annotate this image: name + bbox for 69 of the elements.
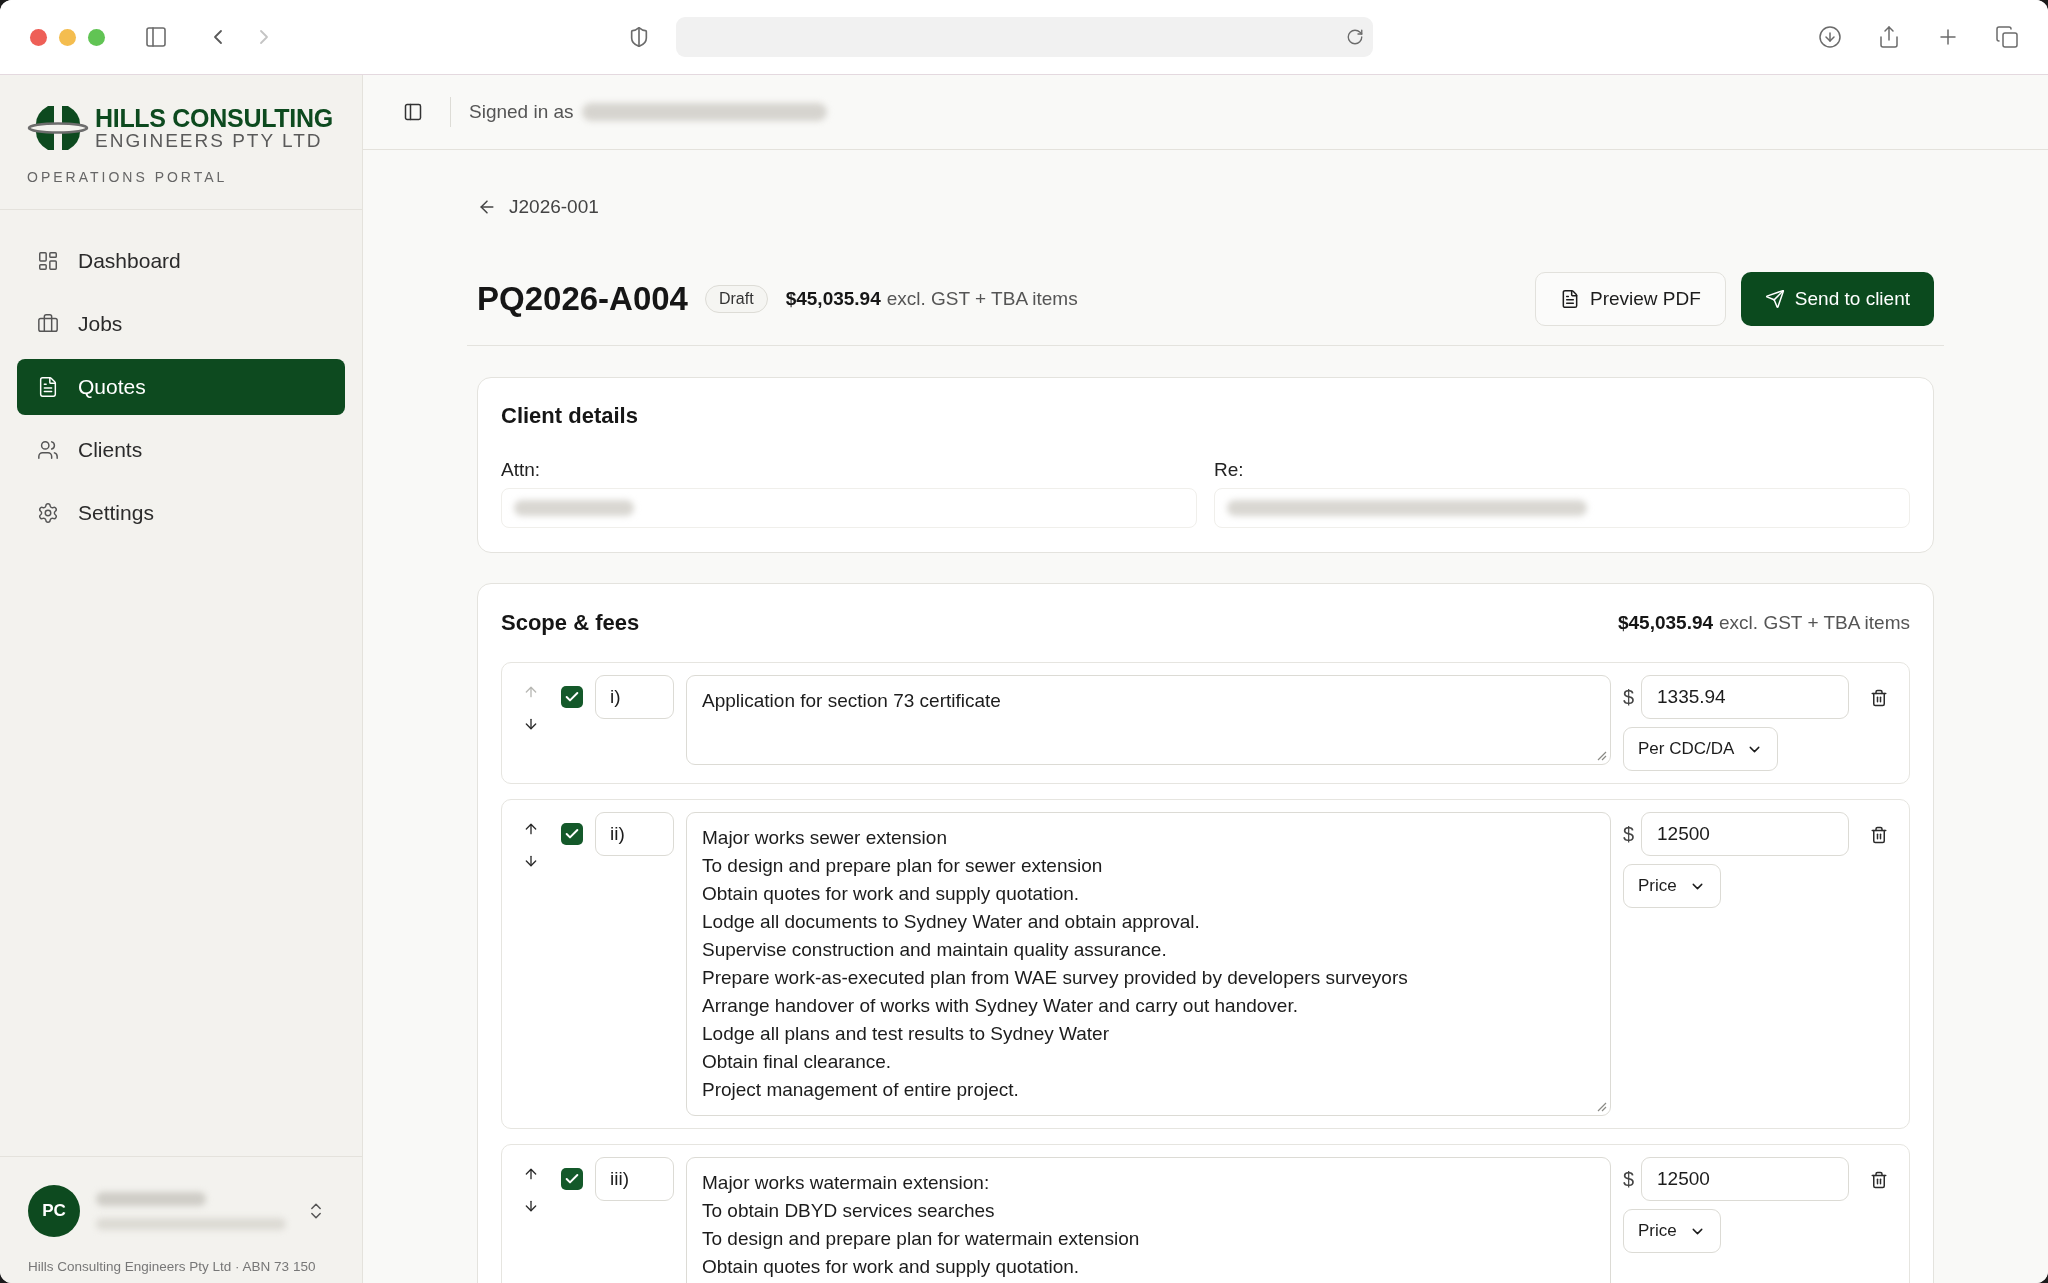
unit-select[interactable]: Per CDC/DA [1623, 727, 1779, 771]
shield-icon[interactable] [628, 26, 650, 48]
scope-total: $45,035.94 [1617, 610, 1714, 635]
tabs-overview-icon[interactable] [1995, 25, 2019, 49]
send-button[interactable]: Send to client [1740, 272, 1934, 326]
description-field[interactable]: Major works watermain extension: To obtain DBYD services searches To design and prepare plan for watermain extension Obtain quotes for work and supply quotation. [686, 1157, 1611, 1283]
trash-icon [1870, 826, 1888, 844]
arrow-up-icon [523, 1166, 539, 1182]
portal-label: OPERATIONS PORTAL [27, 169, 228, 185]
field-label: Re: [1214, 458, 1244, 482]
unit-select[interactable]: Price [1623, 1209, 1721, 1253]
card-title: Scope & fees [501, 609, 640, 637]
include-checkbox[interactable] [561, 1168, 583, 1190]
status-badge: Draft [705, 285, 768, 313]
trash-icon [1870, 689, 1888, 707]
field-label: Attn: [501, 458, 541, 482]
arrow-down-icon [523, 716, 539, 732]
dashboard-grid-icon [37, 250, 59, 272]
share-icon[interactable] [1877, 25, 1901, 49]
total-note: excl. GST + TBA items [1719, 610, 1910, 635]
trash-icon [1870, 1171, 1888, 1189]
quote-number: PQ2026-A004 [477, 279, 688, 319]
include-checkbox[interactable] [561, 823, 583, 845]
preview-pdf-button[interactable]: Preview PDF [1535, 272, 1726, 326]
amount-field[interactable]: 12500 [1641, 1157, 1849, 1201]
brand-subtitle: ENGINEERS PTY LTD [95, 131, 324, 151]
nav-item[interactable]: Quotes [17, 359, 345, 415]
globe-logo-icon [27, 105, 89, 151]
resize-handle-icon[interactable] [1597, 751, 1607, 761]
nav-item[interactable]: Jobs [17, 296, 345, 352]
footer-text: Hills Consulting Engineers Pty Ltd · ABN 73 150 [28, 1258, 316, 1276]
nav-item[interactable]: Dashboard [17, 233, 345, 289]
sidebar-toggle-icon[interactable] [403, 102, 423, 122]
client-field[interactable] [1214, 488, 1910, 528]
briefcase-icon [37, 313, 59, 335]
unit-select[interactable]: Price [1623, 864, 1721, 908]
arrow-down-icon [523, 853, 539, 869]
item-number-field[interactable]: iii) [595, 1157, 674, 1201]
signed-in-label: Signed in as [469, 99, 574, 124]
settings-icon [37, 502, 59, 524]
nav-item[interactable]: Clients [17, 422, 345, 478]
item-number-field[interactable]: i) [595, 675, 674, 719]
currency-symbol: $ [1623, 1167, 1636, 1192]
document-icon [37, 376, 59, 398]
resize-handle-icon[interactable] [1597, 1102, 1607, 1112]
brand-name: HILLS CONSULTING [95, 105, 333, 131]
amount-field[interactable]: 12500 [1641, 812, 1849, 856]
description-field[interactable]: Major works sewer extension To design and prepare plan for sewer extension Obtain quotes for work and supply quotation. Lodge all documents to Sydney Water and obtain approval. Supervise construction and maintain quality assurance. Prepare work-as-executed plan from WAE survey provided by developers surveyors Arrange handover of works with Sydney Water and carry out handover. Lodge all plans and test results to Sydney Water Obtain final clearance. Project management of entire project. [686, 812, 1611, 1116]
sidebar-icon[interactable] [144, 25, 168, 49]
currency-symbol: $ [1623, 685, 1636, 710]
item-number-field[interactable]: ii) [595, 812, 674, 856]
card-title: Client details [501, 402, 638, 430]
total-note: excl. GST + TBA items [886, 286, 1078, 311]
description-field[interactable]: Application for section 73 certificate [686, 675, 1611, 765]
users-icon [37, 439, 59, 461]
download-icon[interactable] [1818, 25, 1842, 49]
quote-total: $45,035.94 [785, 286, 881, 311]
back-link[interactable]: J2026-001 [477, 194, 599, 220]
include-checkbox[interactable] [561, 686, 583, 708]
reload-icon[interactable] [1346, 28, 1364, 46]
client-field[interactable] [501, 488, 1197, 528]
arrow-down-icon [523, 1198, 539, 1214]
nav-item[interactable]: Settings [17, 485, 345, 541]
document-icon [1560, 289, 1580, 309]
send-icon [1764, 289, 1785, 309]
amount-field[interactable]: 1335.94 [1641, 675, 1849, 719]
user-avatar[interactable]: PC [28, 1185, 80, 1237]
currency-symbol: $ [1623, 822, 1636, 847]
close-window-icon[interactable] [30, 28, 47, 46]
